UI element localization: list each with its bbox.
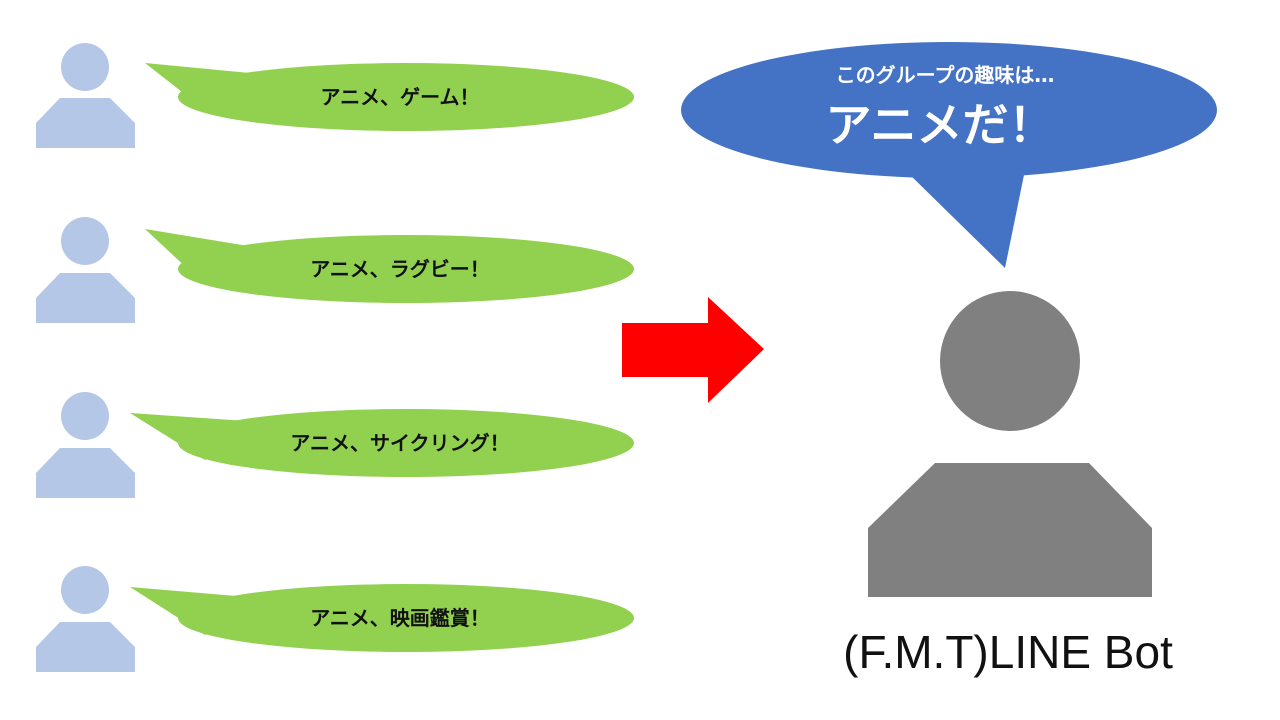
user-speech-bubble: アニメ、ラグビー！ bbox=[145, 229, 634, 303]
user-person-icon bbox=[36, 566, 135, 672]
user-body bbox=[36, 448, 135, 498]
bot-name: (F.M.T)LINE Bot bbox=[843, 626, 1173, 678]
bot-person-icon bbox=[868, 291, 1152, 597]
diagram-canvas: アニメ、ゲーム！ アニメ、ラグビー！ アニメ、サイクリング！ アニメ、映画鑑賞！… bbox=[0, 0, 1280, 720]
bot-bubble-tail bbox=[905, 170, 1025, 268]
user-row: アニメ、ゲーム！ bbox=[36, 43, 634, 148]
diagram-svg: アニメ、ゲーム！ アニメ、ラグビー！ アニメ、サイクリング！ アニメ、映画鑑賞！… bbox=[36, 42, 1217, 678]
user-speech-bubble: アニメ、サイクリング！ bbox=[130, 409, 634, 477]
user-head bbox=[61, 566, 109, 614]
arrow-right-icon bbox=[622, 297, 764, 403]
user-head bbox=[61, 392, 109, 440]
user-speech-bubble: アニメ、映画鑑賞！ bbox=[130, 584, 634, 652]
user-row: アニメ、サイクリング！ bbox=[36, 392, 634, 498]
user-person-icon bbox=[36, 217, 135, 323]
bot-bubble-line2: アニメだ！ bbox=[825, 98, 1054, 152]
user-person-icon bbox=[36, 392, 135, 498]
user-row: アニメ、映画鑑賞！ bbox=[36, 566, 634, 672]
bot-bubble-line1: このグループの趣味は… bbox=[836, 63, 1055, 87]
user-speech-bubble: アニメ、ゲーム！ bbox=[145, 63, 634, 131]
user-message: アニメ、サイクリング！ bbox=[290, 431, 509, 455]
user-body bbox=[36, 622, 135, 672]
bot-speech-bubble: このグループの趣味は… アニメだ！ bbox=[681, 42, 1217, 268]
user-body bbox=[36, 98, 135, 148]
user-head bbox=[61, 217, 109, 265]
user-person-icon bbox=[36, 43, 135, 148]
bot-body bbox=[868, 463, 1152, 597]
user-message: アニメ、ラグビー！ bbox=[310, 257, 490, 281]
user-row: アニメ、ラグビー！ bbox=[36, 217, 634, 323]
user-head bbox=[61, 43, 109, 91]
user-body bbox=[36, 273, 135, 323]
user-message: アニメ、映画鑑賞！ bbox=[310, 606, 490, 630]
user-message: アニメ、ゲーム！ bbox=[321, 85, 480, 109]
bot-head bbox=[940, 291, 1080, 431]
